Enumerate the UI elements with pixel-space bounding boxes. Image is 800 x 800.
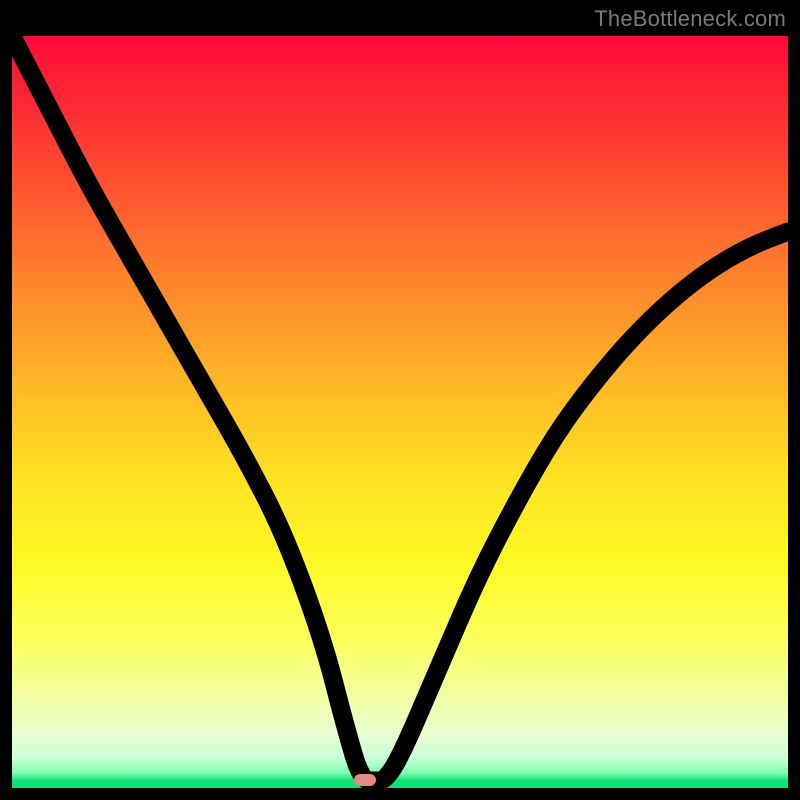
bottleneck-curve: [12, 36, 788, 780]
plot-frame: [12, 36, 788, 788]
watermark-text: TheBottleneck.com: [594, 6, 786, 32]
chart-container: TheBottleneck.com: [0, 0, 800, 800]
optimum-marker: [354, 774, 376, 786]
curve-layer: [12, 36, 788, 788]
